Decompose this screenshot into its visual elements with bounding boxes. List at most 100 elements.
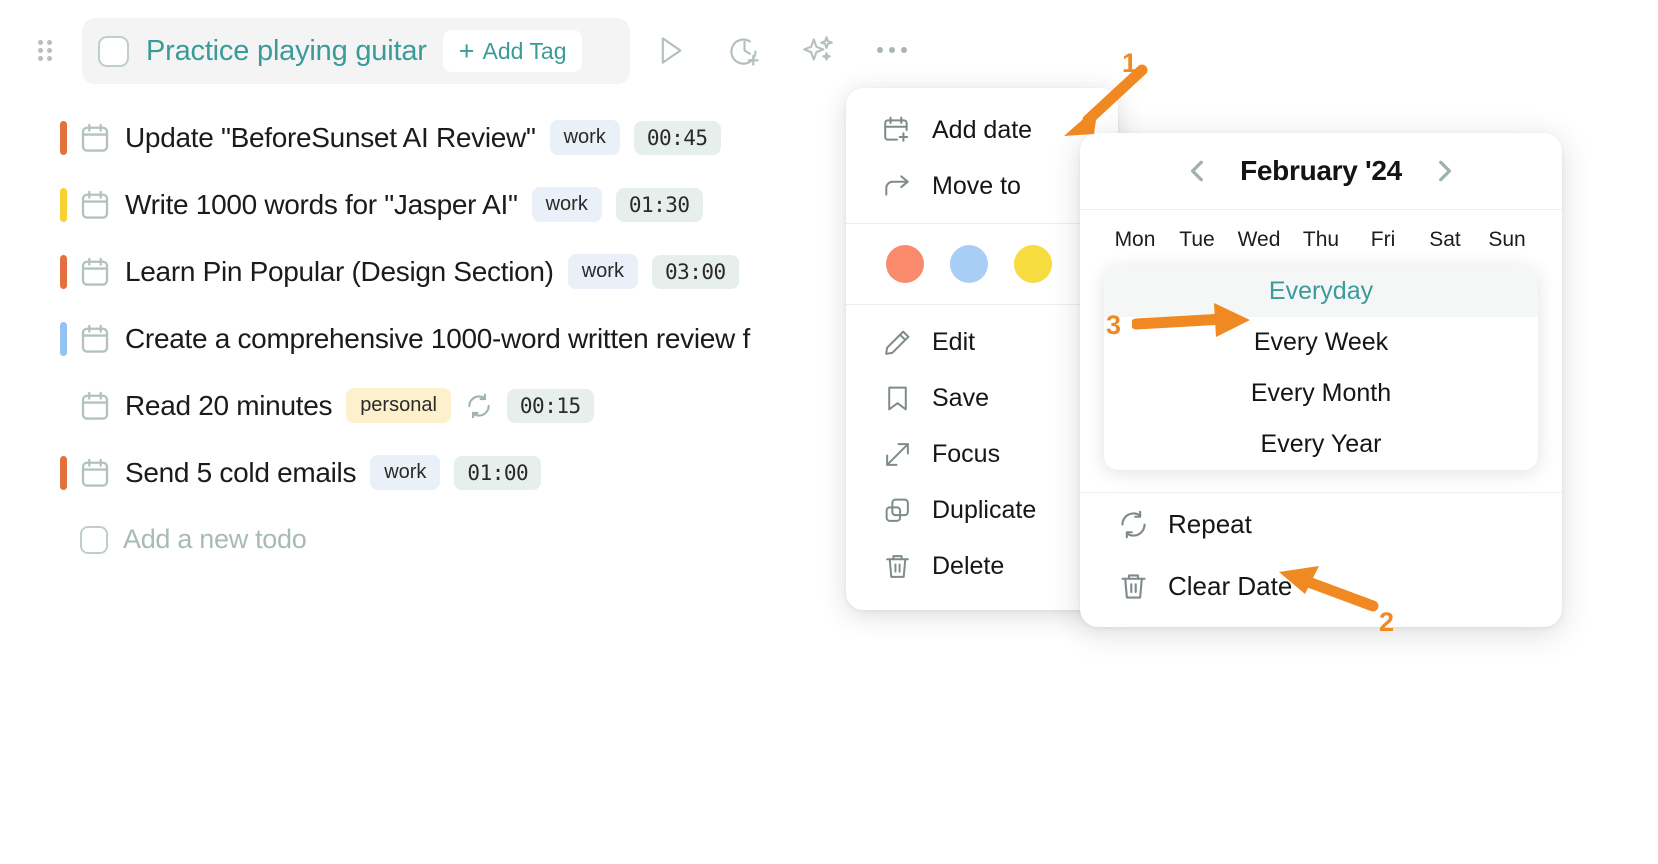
next-month-chevron-icon[interactable] [1424, 151, 1464, 191]
repeat-option-everyday[interactable]: Everyday [1104, 266, 1538, 317]
calendar-icon[interactable] [80, 390, 110, 422]
date-picker-panel: February '24 Mon Tue Wed Thu Fri Sat Sun… [1080, 133, 1562, 627]
weekday-label: Wed [1237, 228, 1281, 251]
color-swatch-blue[interactable] [950, 245, 988, 283]
menu-item-edit[interactable]: Edit [846, 314, 1118, 370]
menu-item-duplicate[interactable]: Duplicate [846, 482, 1118, 538]
active-todo-header[interactable]: Practice playing guitar + Add Tag [82, 18, 630, 84]
arrow-move-icon [880, 169, 914, 203]
trash-icon [880, 549, 914, 583]
calendar-plus-icon [880, 113, 914, 147]
weekday-label: Sat [1429, 228, 1461, 251]
pencil-icon [880, 325, 914, 359]
new-todo-checkbox[interactable] [80, 525, 108, 554]
repeat-icon[interactable] [465, 392, 493, 420]
color-swatch-yellow[interactable] [1014, 245, 1052, 283]
calendar-header: February '24 [1080, 133, 1562, 209]
new-todo-placeholder: Add a new todo [123, 524, 307, 554]
annotation-number-1: 1 [1122, 48, 1138, 78]
header-checkbox[interactable] [98, 35, 129, 67]
todo-title: Update "BeforeSunset AI Review" [125, 121, 536, 153]
priority-bar [60, 389, 67, 423]
ai-sparkle-icon[interactable] [796, 28, 840, 72]
menu-item-save[interactable]: Save [846, 370, 1118, 426]
table-row[interactable]: Update "BeforeSunset AI Review" work 00:… [60, 104, 880, 171]
table-row[interactable]: Write 1000 words for "Jasper AI" work 01… [60, 171, 880, 238]
todo-title: Write 1000 words for "Jasper AI" [125, 188, 518, 220]
todo-title: Read 20 minutes [125, 389, 333, 421]
tag-chip[interactable]: work [370, 455, 441, 490]
add-tag-label: Add Tag [482, 37, 567, 64]
add-tag-button[interactable]: + Add Tag [442, 30, 583, 72]
weekday-label: Fri [1370, 228, 1396, 251]
calendar-weekday-header: Mon Tue Wed Thu Fri Sat Sun [1080, 210, 1562, 266]
repeat-options-popup: Everyday Every Week Every Month Every Ye… [1104, 266, 1538, 470]
menu-item-repeat[interactable]: Repeat [1080, 493, 1562, 555]
menu-item-label: Repeat [1168, 508, 1252, 539]
context-menu: Add date Move to Edit Save Focus Duplica… [846, 88, 1118, 610]
menu-item-label: Delete [932, 551, 1005, 580]
todo-title: Send 5 cold emails [125, 456, 357, 488]
menu-item-clear-date[interactable]: Clear Date [1080, 555, 1562, 617]
table-row[interactable]: Create a comprehensive 1000-word written… [60, 305, 880, 372]
app-root: Practice playing guitar + Add Tag Update… [0, 0, 1658, 864]
color-swatch-coral[interactable] [886, 245, 924, 283]
menu-item-label: Edit [932, 327, 976, 356]
ellipsis-icon[interactable] [870, 28, 914, 72]
add-new-todo-row[interactable]: Add a new todo [60, 506, 880, 573]
todo-list: Update "BeforeSunset AI Review" work 00:… [60, 104, 880, 573]
time-chip[interactable]: 00:45 [633, 120, 721, 155]
menu-divider [846, 223, 1118, 224]
annotation-number-2: 2 [1379, 607, 1395, 637]
calendar-icon[interactable] [80, 122, 110, 154]
menu-item-label: Move to [932, 171, 1021, 200]
weekday-label: Tue [1179, 228, 1215, 251]
weekday-label: Sun [1488, 228, 1526, 251]
page-title: Practice playing guitar [146, 34, 427, 67]
table-row[interactable]: Learn Pin Popular (Design Section) work … [60, 238, 880, 305]
play-icon[interactable] [648, 28, 692, 72]
table-row[interactable]: Send 5 cold emails work 01:00 [60, 439, 880, 506]
menu-item-add-date[interactable]: Add date [846, 102, 1118, 158]
calendar-footer: Repeat Clear Date [1080, 493, 1562, 617]
prev-month-chevron-icon[interactable] [1178, 151, 1218, 191]
time-chip[interactable]: 03:00 [651, 254, 739, 289]
tag-chip[interactable]: work [531, 187, 602, 222]
drag-handle-icon[interactable] [38, 40, 60, 64]
trash-icon [1116, 569, 1150, 603]
menu-item-label: Save [932, 383, 989, 412]
repeat-option-every-week[interactable]: Every Week [1104, 317, 1538, 368]
tag-chip[interactable]: work [549, 120, 620, 155]
menu-item-label: Clear Date [1168, 570, 1293, 601]
time-chip[interactable]: 01:30 [615, 187, 703, 222]
priority-bar [60, 321, 67, 356]
calendar-icon[interactable] [80, 457, 110, 489]
menu-item-move-to[interactable]: Move to [846, 158, 1118, 214]
weekday-label: Thu [1302, 228, 1340, 251]
priority-bar [60, 455, 67, 490]
calendar-icon[interactable] [80, 323, 110, 355]
menu-item-delete[interactable]: Delete [846, 538, 1118, 594]
duplicate-icon [880, 493, 914, 527]
expand-arrows-icon [880, 437, 914, 471]
menu-item-label: Duplicate [932, 495, 1037, 524]
priority-bar [60, 187, 67, 222]
time-chip[interactable]: 00:15 [506, 388, 594, 423]
repeat-option-every-month[interactable]: Every Month [1104, 368, 1538, 419]
priority-bar [60, 120, 67, 155]
menu-item-focus[interactable]: Focus [846, 426, 1118, 482]
bookmark-icon [880, 381, 914, 415]
table-row[interactable]: Read 20 minutes personal 00:15 [60, 372, 880, 439]
calendar-icon[interactable] [80, 256, 110, 288]
tag-chip[interactable]: personal [346, 388, 451, 423]
annotation-number-3: 3 [1106, 310, 1122, 340]
header-actions [648, 28, 914, 72]
time-chip[interactable]: 01:00 [454, 455, 542, 490]
tag-chip[interactable]: work [567, 254, 638, 289]
todo-title: Learn Pin Popular (Design Section) [125, 255, 554, 287]
priority-bar [60, 254, 67, 289]
clock-plus-icon[interactable] [722, 28, 766, 72]
repeat-option-every-year[interactable]: Every Year [1104, 419, 1538, 470]
calendar-icon[interactable] [80, 189, 110, 221]
menu-item-label: Add date [932, 115, 1033, 144]
